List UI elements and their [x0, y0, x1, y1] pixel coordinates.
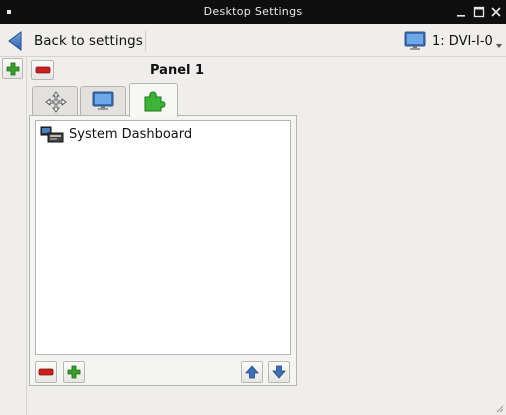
output-label: 1: DVI-I-0: [432, 33, 493, 49]
output-selector[interactable]: 1: DVI-I-0: [404, 28, 502, 54]
close-icon[interactable]: [489, 5, 503, 19]
minus-icon: [38, 368, 54, 376]
system-dashboard-icon: [40, 126, 64, 143]
plus-icon: [6, 62, 19, 75]
add-panel-button[interactable]: [2, 58, 23, 79]
toolbar-separator: [145, 31, 146, 51]
move-arrows-icon: [45, 91, 67, 113]
header-toolbar: Back to settings 1: DVI-I-0: [0, 24, 506, 56]
panel-title: Panel 1: [150, 63, 205, 78]
desktop-settings-window: Desktop Settings Back to settings 1: DVI…: [0, 0, 506, 415]
arrow-down-icon: [272, 365, 286, 379]
header-divider: [0, 56, 506, 57]
title-bar: Desktop Settings: [0, 0, 506, 24]
back-to-settings-button[interactable]: Back to settings: [6, 28, 143, 54]
items-page: System Dashboard: [29, 115, 297, 386]
panel-list-divider: [26, 58, 27, 415]
list-item-label: System Dashboard: [69, 126, 193, 142]
arrow-up-icon: [245, 365, 259, 379]
remove-item-button[interactable]: [35, 361, 57, 383]
tab-display[interactable]: [32, 86, 78, 116]
maximize-icon[interactable]: [472, 5, 486, 19]
minus-icon: [35, 66, 50, 74]
back-to-settings-label: Back to settings: [34, 33, 143, 49]
window-title: Desktop Settings: [203, 5, 303, 18]
puzzle-piece-icon: [144, 91, 166, 112]
list-item[interactable]: System Dashboard: [40, 124, 192, 144]
add-item-button[interactable]: [63, 361, 85, 383]
monitor-icon: [404, 31, 426, 50]
monitor-icon: [92, 91, 114, 110]
resize-grip-icon[interactable]: [494, 403, 504, 413]
tab-items[interactable]: [129, 83, 178, 117]
minimize-icon[interactable]: [454, 5, 468, 19]
move-item-up-button[interactable]: [241, 361, 263, 383]
items-list[interactable]: System Dashboard: [35, 120, 291, 355]
remove-panel-button[interactable]: [31, 60, 54, 80]
chevron-down-icon: [496, 44, 502, 48]
back-arrow-icon: [8, 31, 22, 51]
tab-appearance[interactable]: [80, 86, 126, 116]
move-item-down-button[interactable]: [268, 361, 290, 383]
plus-icon: [67, 365, 81, 379]
